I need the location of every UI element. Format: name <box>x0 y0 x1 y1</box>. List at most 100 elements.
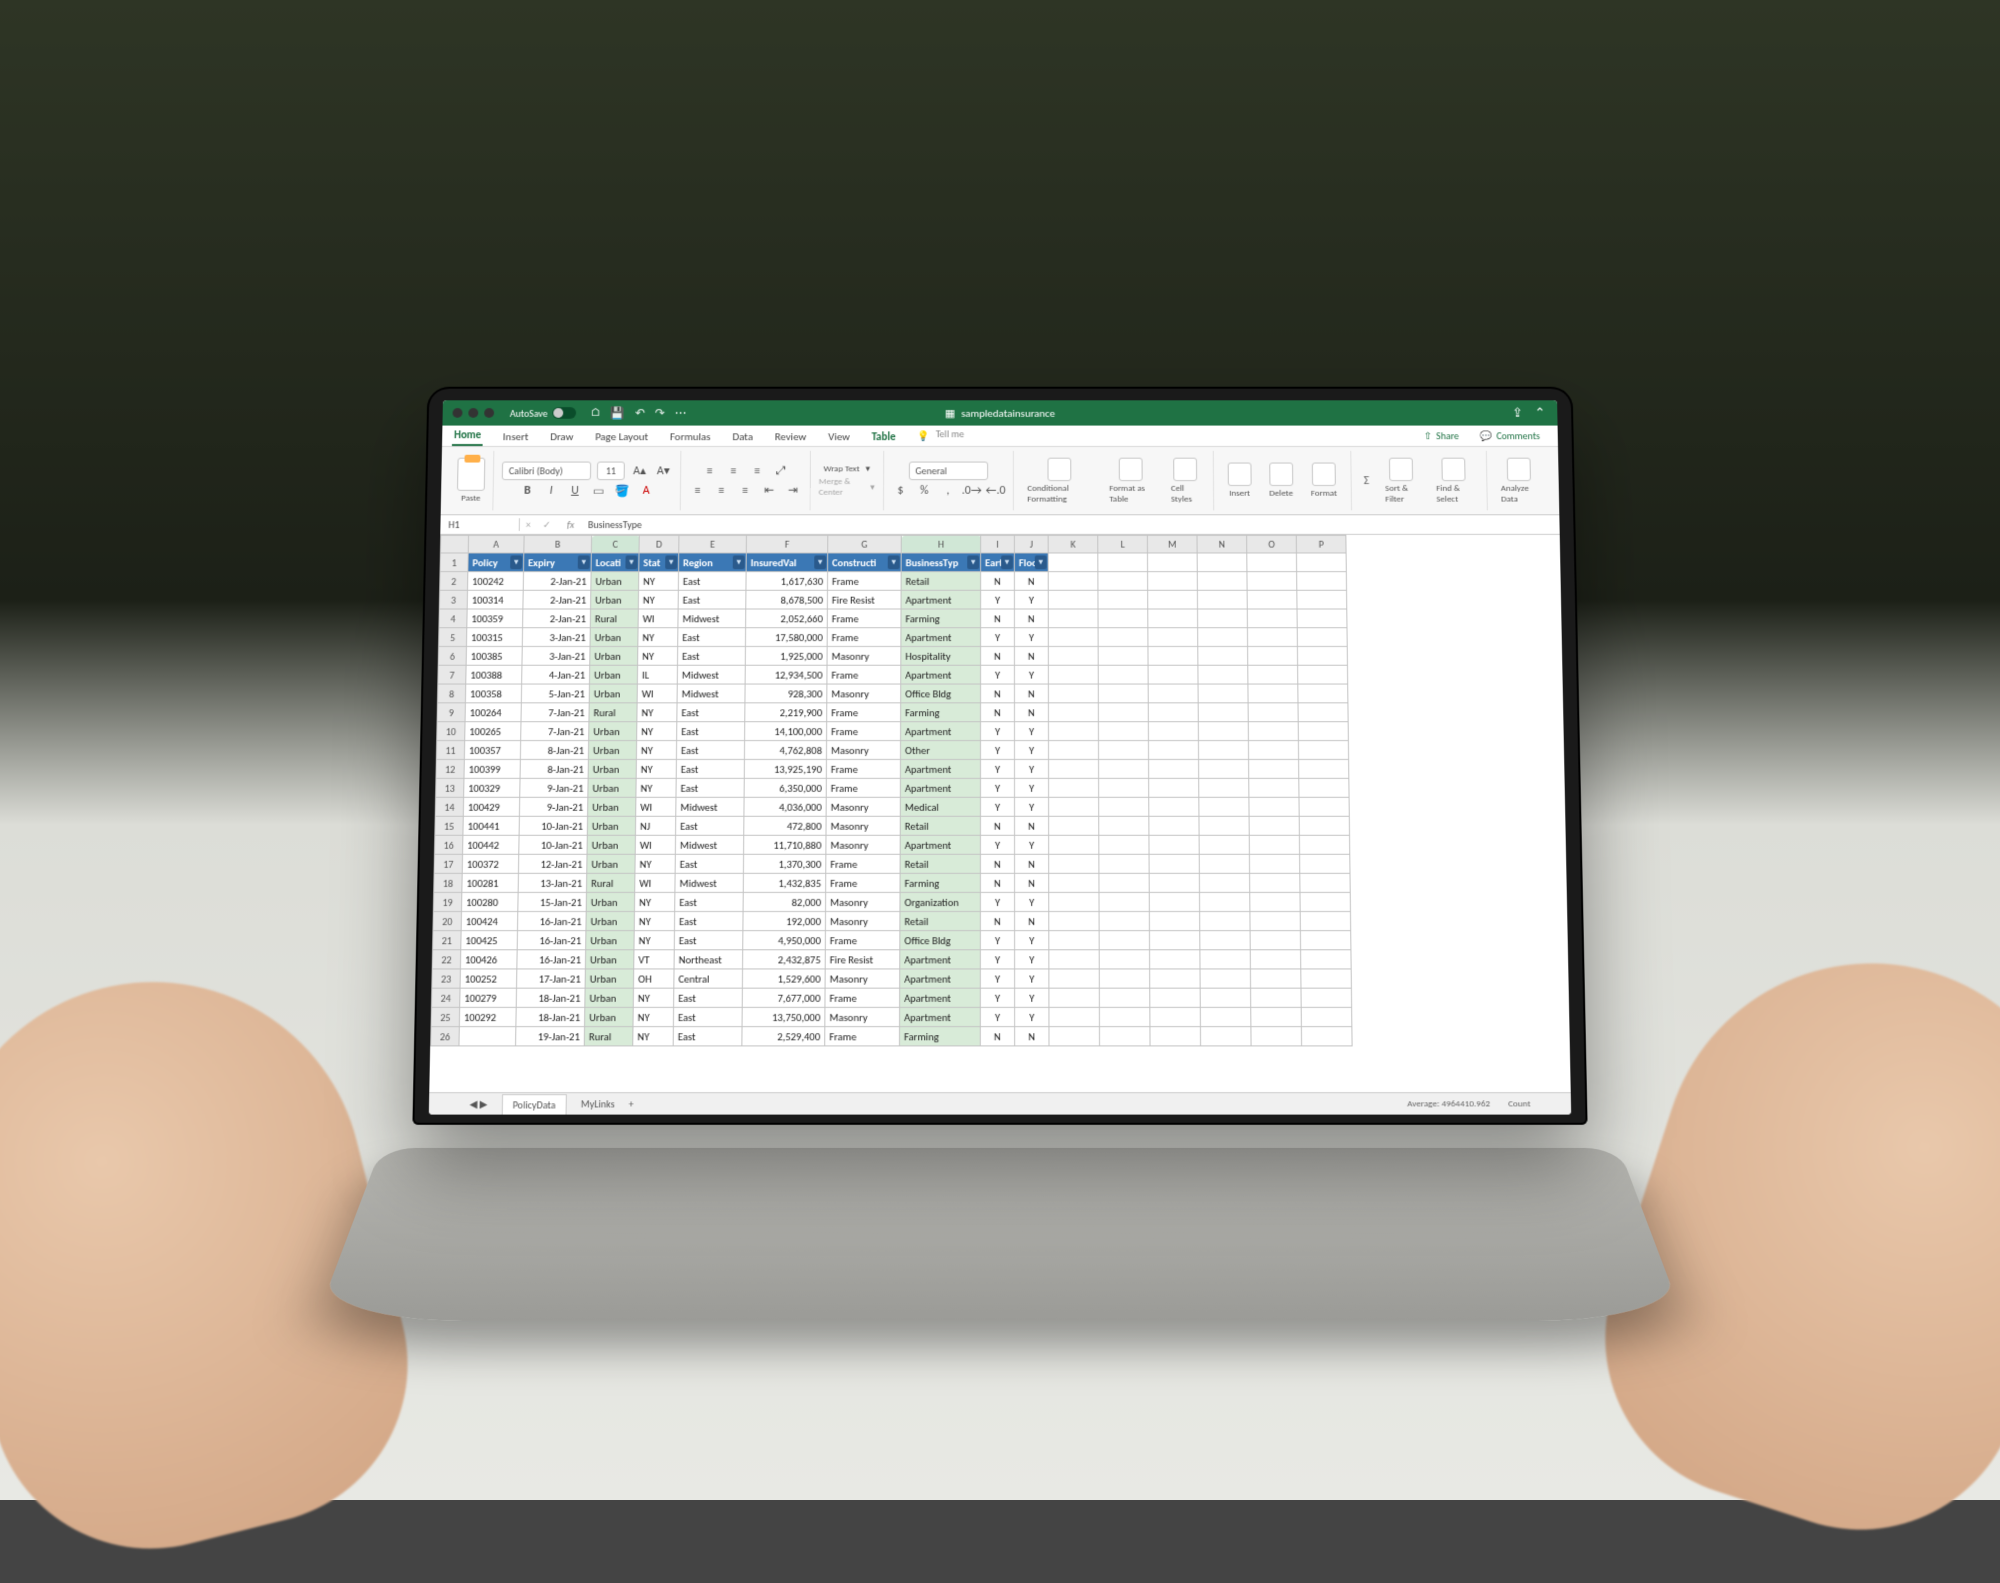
cell[interactable] <box>1049 778 1099 797</box>
cell[interactable] <box>1049 1027 1100 1046</box>
cell[interactable]: 17-Jan-21 <box>517 969 586 988</box>
table-header-cell[interactable]: Policy▾ <box>468 553 524 572</box>
cell[interactable]: Y <box>980 835 1014 854</box>
comments-button[interactable]: 💬 Comments <box>1478 429 1544 445</box>
cell[interactable]: Urban <box>589 684 637 703</box>
cell[interactable]: 10-Jan-21 <box>519 835 588 854</box>
cell[interactable]: Rural <box>589 703 637 722</box>
merge-center-button[interactable]: Merge & Center <box>819 476 865 497</box>
cell[interactable] <box>1300 912 1351 931</box>
table-header-cell[interactable]: Region▾ <box>679 553 747 572</box>
cell[interactable]: N <box>1015 816 1049 835</box>
cell[interactable] <box>1249 759 1299 778</box>
cell[interactable]: Y <box>1015 969 1049 988</box>
cell[interactable]: Y <box>980 741 1014 760</box>
cell[interactable]: Urban <box>589 665 637 684</box>
cell[interactable]: 16-Jan-21 <box>517 950 586 969</box>
cell[interactable]: N <box>1015 873 1049 892</box>
column-header[interactable]: A <box>468 535 524 553</box>
undo-icon[interactable]: ↶ <box>635 406 645 421</box>
tab-insert[interactable]: Insert <box>501 430 531 446</box>
cell[interactable] <box>1247 628 1297 647</box>
cell[interactable] <box>1149 912 1199 931</box>
cell[interactable]: Retail <box>900 912 981 931</box>
cell[interactable]: 13-Jan-21 <box>518 873 587 892</box>
cell[interactable]: N <box>1015 854 1049 873</box>
cell[interactable] <box>1298 741 1348 760</box>
cell[interactable] <box>1297 590 1347 609</box>
table-header-cell[interactable]: BusinessTyp▾ <box>901 553 981 572</box>
decrease-font-icon[interactable]: A▾ <box>654 462 672 480</box>
cell[interactable]: NY <box>639 572 679 591</box>
cell[interactable]: Rural <box>584 1027 633 1046</box>
cell[interactable]: 100264 <box>465 703 521 722</box>
cell[interactable] <box>1149 797 1199 816</box>
cancel-formula-icon[interactable]: × <box>520 518 537 531</box>
cell[interactable]: East <box>678 572 746 591</box>
cell[interactable]: 82,000 <box>743 892 826 911</box>
find-select-button[interactable] <box>1442 457 1466 480</box>
save-icon[interactable]: 💾 <box>610 406 625 421</box>
conditional-formatting-button[interactable] <box>1047 457 1071 480</box>
cell[interactable]: 5-Jan-21 <box>521 684 589 703</box>
cell[interactable]: 6,350,000 <box>744 778 826 797</box>
cell[interactable] <box>1048 572 1098 591</box>
cell[interactable] <box>1098 572 1148 591</box>
cell[interactable]: 100281 <box>462 873 519 892</box>
cell[interactable]: Y <box>981 722 1015 741</box>
cell[interactable]: 2-Jan-21 <box>523 609 591 628</box>
cell[interactable] <box>1297 628 1347 647</box>
align-middle-icon[interactable]: ≡ <box>725 462 743 480</box>
cell[interactable] <box>1199 759 1249 778</box>
cell[interactable] <box>1149 931 1199 950</box>
cell[interactable]: Y <box>1015 931 1049 950</box>
cell[interactable]: NY <box>635 854 675 873</box>
cell[interactable]: Frame <box>827 722 901 741</box>
cell[interactable]: Urban <box>585 988 634 1007</box>
cell[interactable]: N <box>1015 1027 1049 1046</box>
cell[interactable] <box>1198 741 1248 760</box>
cell[interactable]: Farming <box>901 703 981 722</box>
cell[interactable] <box>1150 969 1201 988</box>
cell[interactable]: Frame <box>825 988 900 1007</box>
cell[interactable]: Y <box>1014 665 1048 684</box>
cell[interactable]: Y <box>980 778 1014 797</box>
cell[interactable]: Y <box>1014 722 1048 741</box>
cell[interactable] <box>1301 969 1352 988</box>
cell[interactable]: East <box>674 912 743 931</box>
cell[interactable]: N <box>980 873 1014 892</box>
column-header[interactable]: E <box>679 535 747 553</box>
tell-me-search[interactable]: 💡 Tell me <box>915 428 968 446</box>
cell[interactable] <box>1251 988 1302 1007</box>
cell[interactable] <box>1049 835 1099 854</box>
cell[interactable] <box>1099 854 1149 873</box>
column-header[interactable]: N <box>1197 535 1247 553</box>
cell[interactable]: East <box>677 646 745 665</box>
cell[interactable]: Masonry <box>826 816 900 835</box>
cell[interactable]: N <box>981 684 1015 703</box>
cell[interactable]: 100265 <box>465 722 521 741</box>
cell[interactable]: Y <box>1015 778 1049 797</box>
cell[interactable]: N <box>981 646 1015 665</box>
row-header[interactable]: 14 <box>435 797 463 816</box>
cell[interactable] <box>1300 854 1350 873</box>
cell[interactable]: 18-Jan-21 <box>516 988 585 1007</box>
cell[interactable]: Masonry <box>825 969 900 988</box>
cell[interactable] <box>1197 572 1247 591</box>
cell[interactable]: 13,925,190 <box>744 759 826 778</box>
cell[interactable] <box>1049 892 1099 911</box>
cell[interactable]: Office Bldg <box>901 684 981 703</box>
cell[interactable]: Masonry <box>825 912 900 931</box>
cell[interactable]: Y <box>980 759 1014 778</box>
cell[interactable] <box>1297 572 1347 591</box>
cell[interactable] <box>1299 835 1349 854</box>
cell[interactable] <box>1200 912 1250 931</box>
cell[interactable] <box>1099 969 1149 988</box>
cell[interactable]: Y <box>1014 741 1048 760</box>
select-all-corner[interactable] <box>440 535 468 553</box>
cell[interactable] <box>1049 854 1099 873</box>
cell[interactable] <box>1099 912 1149 931</box>
cell[interactable]: 100385 <box>466 646 522 665</box>
cell[interactable]: Retail <box>901 572 981 591</box>
filter-dropdown-icon[interactable]: ▾ <box>625 555 637 569</box>
